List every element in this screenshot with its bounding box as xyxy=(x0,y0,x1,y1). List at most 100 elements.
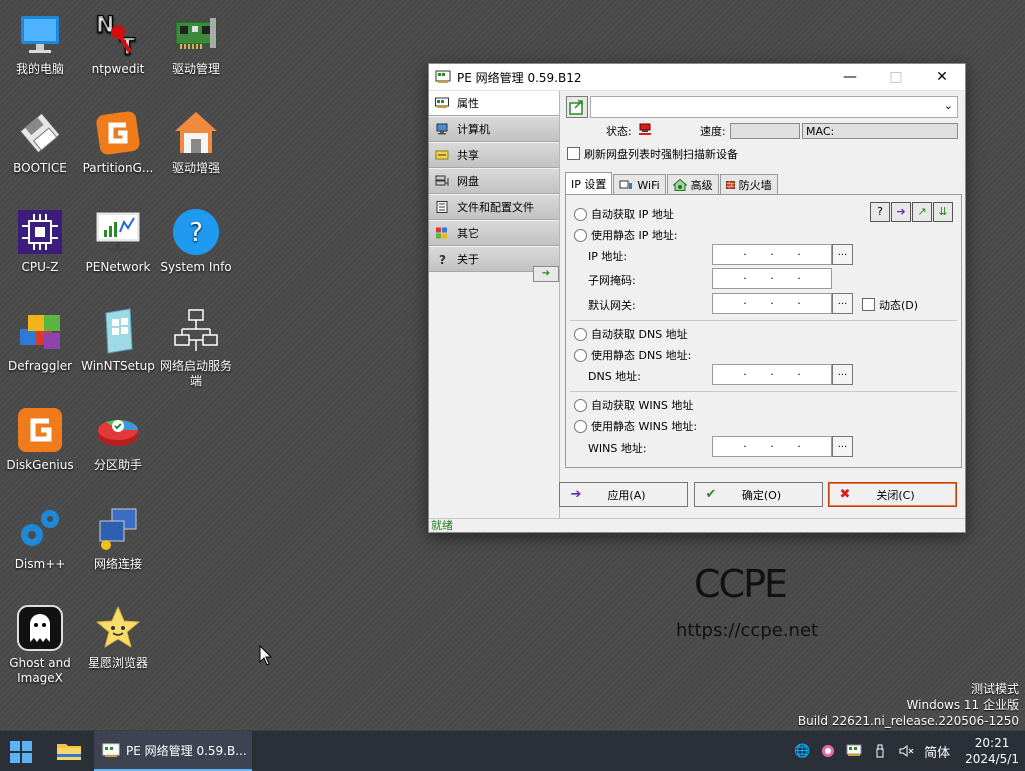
static-wins-radio[interactable] xyxy=(574,419,587,433)
desktop-icon-bootice[interactable]: BOOTICE xyxy=(1,103,79,176)
ip-address-browse-button[interactable]: ... xyxy=(832,244,853,265)
network-card-tray-icon[interactable] xyxy=(846,743,862,759)
gateway-browse-button[interactable]: ... xyxy=(832,293,853,314)
cpu-chip-icon xyxy=(16,208,64,256)
sidebar-item-computer[interactable]: 计算机 xyxy=(429,117,559,142)
desktop-icon-ntpwedit[interactable]: NT ntpwedit xyxy=(79,4,157,77)
dynamic-checkbox-row[interactable]: 动态(D) xyxy=(862,297,918,313)
subnet-mask-label: 子网掩码: xyxy=(588,274,636,287)
title-bar[interactable]: PE 网络管理 0.59.B12 — □ ✕ xyxy=(429,64,965,91)
start-button[interactable] xyxy=(10,741,32,763)
ime-indicator[interactable]: 简体 xyxy=(924,743,950,761)
desktop-icon-diskgenius[interactable]: DiskGenius xyxy=(1,400,79,473)
apply-button[interactable]: ➔ 应用(A) xyxy=(559,482,688,507)
arrow-right-icon[interactable]: ➔ xyxy=(533,266,559,282)
desktop-icon-label: 驱动管理 xyxy=(171,62,220,76)
desktop-icon-partitionguru[interactable]: PartitionG... xyxy=(79,103,157,176)
arrow-right-icon: ➔ xyxy=(570,487,582,502)
auto-wins-option[interactable]: 自动获取 WINS 地址 xyxy=(574,397,693,413)
usb-icon[interactable] xyxy=(872,743,888,759)
desktop-icon-label: Dism++ xyxy=(14,557,66,571)
wins-address-input[interactable]: ... xyxy=(712,436,832,457)
desktop-icon-star-browser[interactable]: 星愿浏览器 xyxy=(79,598,157,671)
sidebar-item-label: 共享 xyxy=(457,149,479,162)
sidebar-item-network-drive[interactable]: 网盘 xyxy=(429,169,559,194)
maximize-button[interactable]: □ xyxy=(873,64,919,90)
desktop-icon-cpu-z[interactable]: CPU-Z xyxy=(1,202,79,275)
sidebar-item-share[interactable]: 共享 xyxy=(429,143,559,168)
partition-pie-icon xyxy=(94,406,142,454)
export-icon xyxy=(569,100,583,115)
desktop-icon-driver-enhance[interactable]: 驱动增强 xyxy=(157,103,235,176)
folder-icon xyxy=(57,744,81,760)
desktop-icon-my-computer[interactable]: 我的电脑 xyxy=(1,4,79,77)
desktop-icon-defraggler[interactable]: Defraggler xyxy=(1,301,79,374)
ip-address-input[interactable]: ... xyxy=(712,244,832,265)
clock-date: 2024/5/1 xyxy=(965,752,1019,766)
desktop-icon-ghost[interactable]: Ghost and ImageX xyxy=(1,598,79,686)
static-wins-option[interactable]: 使用静态 WINS 地址: xyxy=(574,418,697,434)
network-drive-icon xyxy=(435,175,449,186)
refresh-checkbox[interactable] xyxy=(567,147,580,160)
close-window-button[interactable]: ✕ xyxy=(919,64,965,90)
dns-browse-button[interactable]: ... xyxy=(832,364,853,385)
floppy-disk-icon xyxy=(16,109,64,157)
network-card-icon xyxy=(102,743,120,757)
dynamic-checkbox[interactable] xyxy=(862,298,875,311)
desktop-icon-label: Ghost and ImageX xyxy=(9,656,71,685)
subnet-mask-input[interactable]: ... xyxy=(712,268,832,289)
desktop-icon-penetwork[interactable]: PENetwork xyxy=(79,202,157,275)
sidebar-item-properties[interactable]: 属性 xyxy=(429,91,559,116)
auto-dns-option[interactable]: 自动获取 DNS 地址 xyxy=(574,326,688,342)
desktop-icon-driver-manager[interactable]: 驱动管理 xyxy=(157,4,235,77)
tab-firewall[interactable]: 防火墙 xyxy=(719,174,778,195)
desktop-icon-system-info[interactable]: ? System Info xyxy=(157,202,235,275)
wins-browse-button[interactable]: ... xyxy=(832,436,853,457)
setup-tile-icon xyxy=(94,307,142,355)
static-ip-option[interactable]: 使用静态 IP 地址: xyxy=(574,227,678,243)
desktop-icon-dism[interactable]: Dism++ xyxy=(1,499,79,572)
desktop-icon-label: 网络启动服务端 xyxy=(159,359,232,388)
taskbar-app-pe-network[interactable]: PE 网络管理 0.59.B... xyxy=(94,731,252,771)
close-label: 关闭(C) xyxy=(876,488,915,502)
refresh-checkbox-label: 刷新网盘列表时强制扫描新设备 xyxy=(584,148,738,161)
auto-dns-radio[interactable] xyxy=(574,327,587,341)
gateway-label: 默认网关: xyxy=(588,299,636,312)
sidebar-item-files-config[interactable]: 文件和配置文件 xyxy=(429,195,559,220)
desktop-icon-winntsetup[interactable]: WinNTSetup xyxy=(79,301,157,374)
static-ip-radio[interactable] xyxy=(574,228,587,242)
cubes-icon xyxy=(16,307,64,355)
sidebar-item-label: 网盘 xyxy=(457,175,479,188)
file-config-icon xyxy=(436,201,448,213)
auto-wins-radio[interactable] xyxy=(574,398,587,412)
desktop-icon-partition-assistant[interactable]: 分区助手 xyxy=(79,400,157,473)
tab-ip-settings[interactable]: IP 设置 xyxy=(565,172,613,195)
tab-advanced[interactable]: 高级 xyxy=(666,174,719,195)
static-dns-radio[interactable] xyxy=(574,348,587,362)
desktop-icon-label: 星愿浏览器 xyxy=(87,656,148,670)
ip-settings-panel: ? ➔ ↗ ⇊ 自动获取 IP 地址 使用静态 IP 地址: IP 地址: ..… xyxy=(565,194,962,468)
close-button[interactable]: ✖ 关闭(C) xyxy=(828,482,957,507)
dns-address-input[interactable]: ... xyxy=(712,364,832,385)
export-button[interactable] xyxy=(566,96,588,118)
refresh-checkbox-row[interactable]: 刷新网盘列表时强制扫描新设备 xyxy=(567,146,738,162)
tab-wifi[interactable]: WiFi xyxy=(613,174,666,195)
gateway-input[interactable]: ... xyxy=(712,293,832,314)
wins-address-label: WINS 地址: xyxy=(588,442,647,455)
system-tray: 🌐 简体 20:21 2024/5/1 xyxy=(789,731,1025,771)
ok-button[interactable]: ✔ 确定(O) xyxy=(694,482,823,507)
clock[interactable]: 20:21 2024/5/1 xyxy=(965,735,1019,767)
desktop-icon-netboot-server[interactable]: 网络启动服务端 xyxy=(157,301,235,389)
file-explorer-button[interactable] xyxy=(56,740,82,762)
globe-icon[interactable]: 🌐 xyxy=(794,743,810,759)
desktop-icon-network-connection[interactable]: 网络连接 xyxy=(79,499,157,572)
minimize-button[interactable]: — xyxy=(827,64,873,90)
speaker-muted-icon[interactable] xyxy=(898,743,914,759)
pink-app-icon[interactable] xyxy=(820,743,836,759)
sidebar-item-other[interactable]: 其它 xyxy=(429,221,559,246)
adapter-select[interactable]: ⌄ xyxy=(590,96,958,118)
sidebar-item-label: 属性 xyxy=(457,97,479,110)
auto-ip-option[interactable]: 自动获取 IP 地址 xyxy=(574,206,674,222)
static-dns-option[interactable]: 使用静态 DNS 地址: xyxy=(574,347,691,363)
auto-ip-radio[interactable] xyxy=(574,207,587,221)
